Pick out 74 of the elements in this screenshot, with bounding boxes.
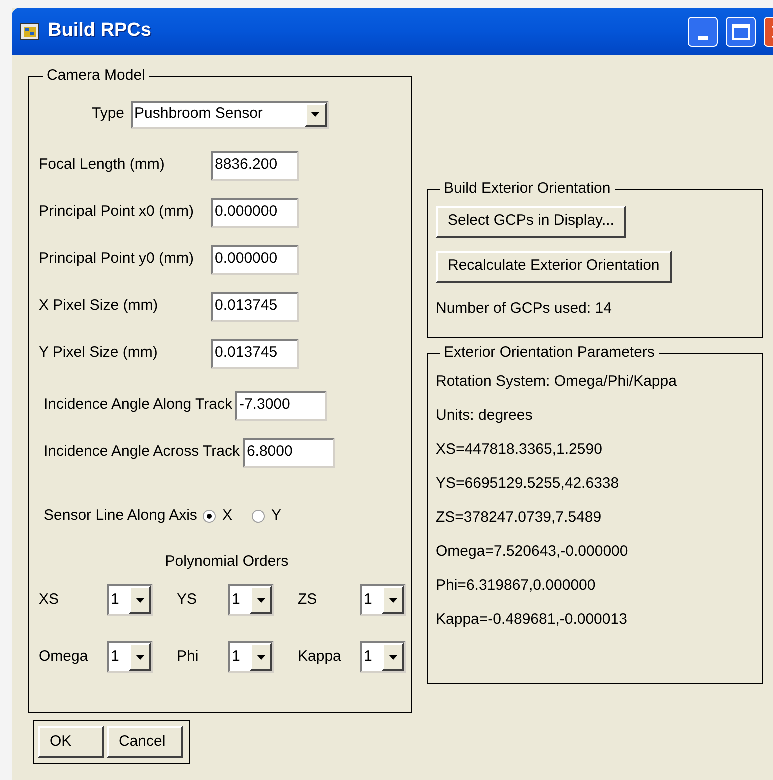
dropdown-arrow-button[interactable]: [250, 643, 272, 671]
caret-icon: [136, 598, 144, 602]
gcp-count: Number of GCPs used: 14: [436, 298, 613, 318]
parameter-text: Omega=7.520643,-0.000000: [436, 542, 630, 560]
order-dropdown[interactable]: 1: [107, 584, 153, 616]
minimize-icon: [698, 36, 708, 40]
text-field[interactable]: 0.013745: [211, 338, 299, 368]
dialog-button[interactable]: Cancel: [107, 726, 183, 758]
radio-button[interactable]: [252, 510, 266, 523]
dropdown-arrow-button[interactable]: [382, 586, 404, 614]
parameter-text: YS=6695129.5255,42.6338: [436, 474, 620, 492]
text-field[interactable]: 0.013745: [211, 292, 299, 322]
field-label: Incidence Angle Along Track: [44, 395, 232, 416]
order-dropdown[interactable]: 1: [107, 641, 153, 673]
order-dropdown[interactable]: 1: [228, 584, 274, 616]
parameter-text: Rotation System: Omega/Phi/Kappa: [436, 372, 678, 390]
dropdown-value: 1: [111, 590, 120, 610]
section-title: Polynomial Orders: [165, 552, 289, 572]
app-icon: [20, 22, 40, 40]
text-field[interactable]: 8836.200: [211, 150, 299, 180]
order-label: Kappa: [298, 646, 342, 667]
order-label: XS: [39, 590, 60, 610]
parameter-text: Phi=6.319867,0.000000: [436, 576, 597, 594]
field-label: Principal Point x0 (mm): [39, 202, 196, 222]
text-field[interactable]: 0.000000: [211, 244, 299, 274]
field-label: Sensor Line Along Axis: [44, 506, 198, 526]
order-dropdown[interactable]: 1: [360, 584, 406, 616]
radio-label: Y: [271, 506, 282, 526]
dropdown-value: 1: [232, 646, 240, 667]
parameter-text: Kappa=-0.489681,-0.000013: [436, 610, 628, 628]
field-label: Incidence Angle Across Track: [44, 442, 240, 462]
dropdown-arrow-button[interactable]: [129, 586, 151, 614]
text-field[interactable]: 6.8000: [242, 438, 335, 468]
caret-icon: [388, 654, 398, 660]
caret-icon: [136, 654, 144, 660]
text-field[interactable]: -7.3000: [235, 390, 328, 420]
dropdown-value: Pushbroom Sensor: [134, 104, 263, 124]
dropdown-value: 1: [111, 646, 120, 667]
dropdown-value: 1: [364, 590, 372, 610]
dropdown-arrow-button[interactable]: [304, 102, 327, 126]
field-label: Type: [92, 104, 125, 124]
action-button[interactable]: Select GCPs in Display...: [436, 206, 626, 238]
caret-icon: [388, 598, 398, 602]
text-field[interactable]: 0.000000: [211, 198, 299, 228]
dropdown-value: 1: [364, 646, 372, 667]
caret-icon: [256, 598, 266, 602]
order-dropdown[interactable]: 1: [360, 641, 406, 673]
type-dropdown[interactable]: Pushbroom Sensor: [130, 100, 329, 128]
dropdown-value: 1: [232, 590, 240, 610]
order-label: Phi: [177, 646, 200, 667]
caret-icon: [311, 112, 320, 117]
field-label: Principal Point y0 (mm): [39, 249, 196, 270]
action-button[interactable]: Recalculate Exterior Orientation: [436, 250, 672, 282]
radio-button[interactable]: [203, 510, 216, 523]
dialog-button[interactable]: OK: [38, 726, 104, 758]
parameter-text: Units: degrees: [436, 406, 534, 424]
maximize-icon: [732, 24, 750, 40]
order-dropdown[interactable]: 1: [228, 641, 274, 673]
maximize-button[interactable]: [726, 16, 756, 46]
dropdown-arrow-button[interactable]: [382, 643, 404, 671]
order-label: YS: [177, 590, 198, 610]
field-label: Focal Length (mm): [39, 155, 166, 176]
dropdown-arrow-button[interactable]: [129, 643, 151, 671]
caret-icon: [256, 654, 266, 660]
radio-label: X: [222, 506, 232, 526]
parameter-text: XS=447818.3365,1.2590: [436, 440, 604, 458]
window-title: Build RPCs: [48, 19, 152, 44]
parameter-text: ZS=378247.0739,7.5489: [436, 508, 603, 526]
field-label: Y Pixel Size (mm): [39, 343, 159, 364]
dropdown-arrow-button[interactable]: [250, 586, 272, 614]
order-label: ZS: [298, 590, 318, 610]
order-label: Omega: [39, 646, 90, 667]
field-label: X Pixel Size (mm): [39, 296, 160, 316]
minimize-button[interactable]: [688, 16, 718, 46]
